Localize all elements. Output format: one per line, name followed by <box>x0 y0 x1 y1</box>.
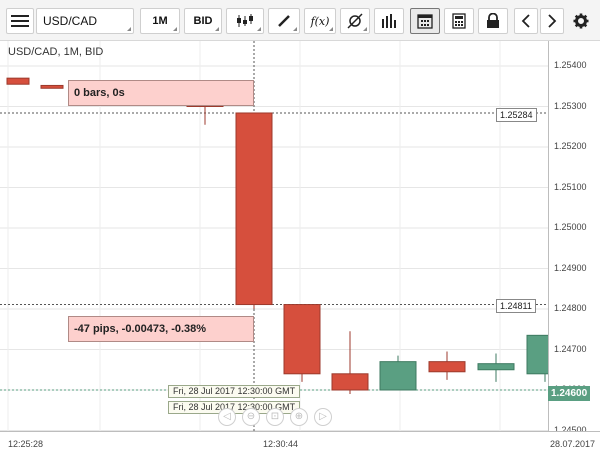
arrow-right-icon: ▷ <box>319 411 327 422</box>
current-price-label: 1.24600 <box>548 386 591 401</box>
time-tick-3: 28.07.2017 <box>550 439 596 449</box>
time-tick-1: 12:25:28 <box>8 439 44 449</box>
zoom-out-icon: ⊖ <box>246 411 256 422</box>
arrow-left-icon: ◁ <box>223 411 231 422</box>
price-tick: 1.25200 <box>554 141 587 151</box>
reset-icon: ⊡ <box>270 411 280 422</box>
price-tag-bottom: 1.24811 <box>496 299 536 313</box>
price-axis[interactable]: 1.25400 1.25300 1.25200 1.25100 1.25000 1.249… <box>548 41 600 435</box>
pips-measure-text: -47 pips, -0.00473, -0.38% <box>74 323 207 335</box>
nav-back-button[interactable]: ◁ <box>218 408 236 426</box>
bars-measure-text: 0 bars, 0s <box>74 87 125 99</box>
zoom-in-icon: ⊕ <box>294 411 304 422</box>
chart-title: USD/CAD, 1M, BID <box>8 46 104 58</box>
candle-body[interactable] <box>40 84 64 89</box>
time-tick-2: 12:30:44 <box>263 439 299 449</box>
candles <box>6 77 564 395</box>
price-tag-top: 1.25284 <box>496 108 537 122</box>
price-tick: 1.24800 <box>554 303 587 313</box>
candle-body[interactable] <box>6 77 30 85</box>
nav-reset-button[interactable]: ⊡ <box>266 408 284 426</box>
price-tick: 1.25300 <box>554 100 587 111</box>
time-axis[interactable]: 12:25:28 12:30:44 28.07.2017 <box>0 431 600 459</box>
candle-body[interactable] <box>477 363 515 371</box>
date-label-1: Fri, 28 Jul 2017 12:30:00 GMT <box>168 385 301 398</box>
nav-zoom-out-button[interactable]: ⊖ <box>242 408 260 426</box>
candle-body[interactable] <box>331 373 369 391</box>
bars-measure-box: 0 bars, 0s <box>68 80 254 106</box>
price-tick: 1.24900 <box>554 262 587 273</box>
price-tick: 1.25000 <box>554 222 587 232</box>
nav-forward-button[interactable]: ▷ <box>314 408 332 426</box>
price-tick: 1.25100 <box>554 181 587 192</box>
pips-measure-box: -47 pips, -0.00473, -0.38% <box>68 316 254 342</box>
nav-zoom-in-button[interactable]: ⊕ <box>290 408 308 426</box>
candle-body[interactable] <box>379 361 417 391</box>
candle-body[interactable] <box>235 112 273 306</box>
price-tick: 1.25400 <box>554 60 587 70</box>
candle-body[interactable] <box>428 361 466 373</box>
candle-body[interactable] <box>283 304 321 375</box>
price-tick: 1.24700 <box>554 343 587 354</box>
